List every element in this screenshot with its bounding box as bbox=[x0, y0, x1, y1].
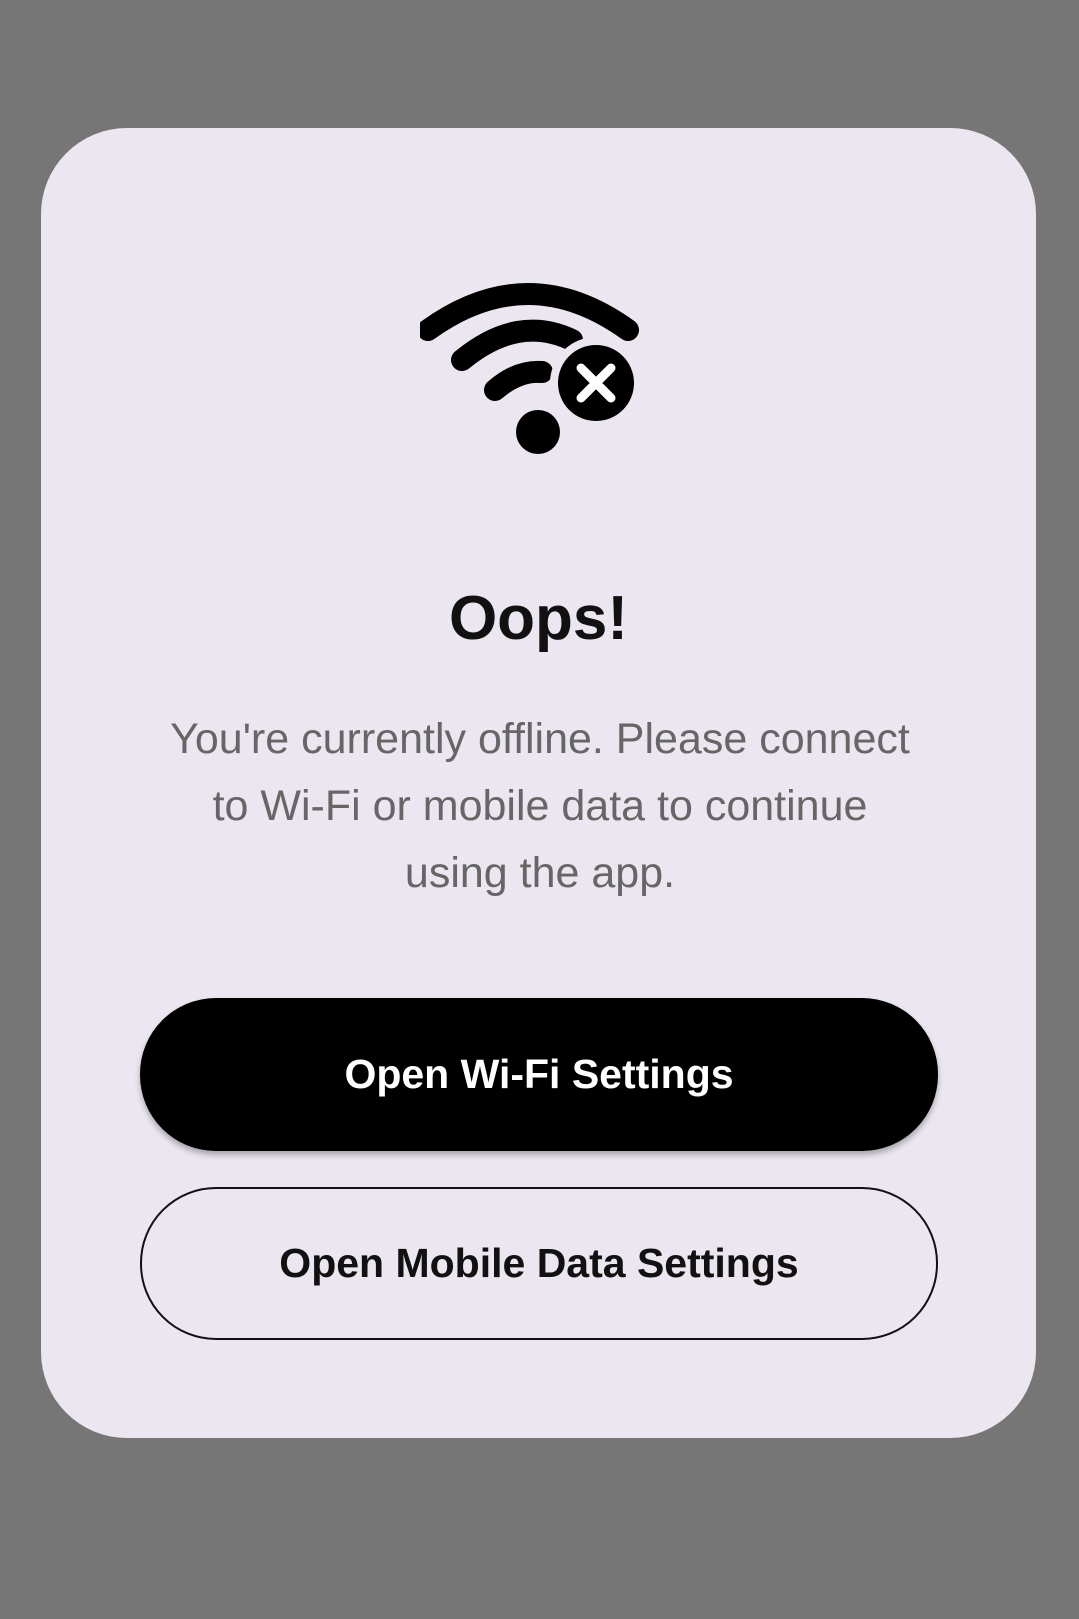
open-wifi-settings-button[interactable]: Open Wi-Fi Settings bbox=[140, 998, 938, 1151]
offline-message: You're currently offline. Please connect… bbox=[170, 715, 910, 897]
wifi-off-icon bbox=[420, 278, 660, 468]
open-mobile-data-settings-button[interactable]: Open Mobile Data Settings bbox=[140, 1187, 938, 1340]
dialog-title: Oops! bbox=[448, 584, 629, 653]
